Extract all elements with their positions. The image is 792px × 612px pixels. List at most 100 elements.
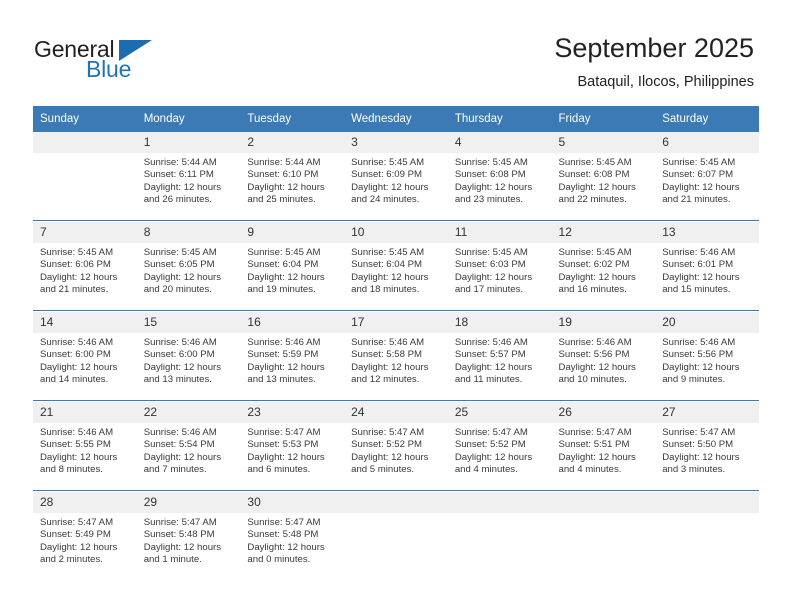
daylight-text-line1: Daylight: 12 hours (454, 181, 533, 193)
sunrise-text: Sunrise: 5:47 AM (247, 427, 321, 438)
day-cell[interactable]: 3 Sunrise: 5:45 AM Sunset: 6:09 PM Daylight… (344, 132, 448, 220)
daylight-text-line2: and 16 minutes. (558, 283, 627, 295)
sunrise-text: Sunrise: 5:45 AM (558, 157, 632, 168)
calendar-cell: 1 Sunrise: 5:44 AM Sunset: 6:11 PM Daylight… (136, 132, 241, 221)
day-cell[interactable]: 14 Sunrise: 5:46 AM Sunset: 6:00 PM Dayligh… (33, 312, 137, 400)
day-cell[interactable]: 1 Sunrise: 5:44 AM Sunset: 6:11 PM Daylight… (136, 132, 241, 220)
day-number: 30 (240, 492, 345, 513)
daylight-text-line2: and 17 minutes. (454, 283, 524, 295)
day-cell[interactable]: 25 Sunrise: 5:47 AM Sunset: 5:52 PM Dayligh… (447, 402, 552, 490)
day-number: 1 (136, 132, 241, 153)
day-number: 19 (551, 312, 656, 333)
day-cell[interactable]: 28 Sunrise: 5:47 AM Sunset: 5:49 PM Dayligh… (33, 492, 137, 580)
day-number: 10 (344, 222, 448, 243)
day-cell[interactable]: 10 Sunrise: 5:45 AM Sunset: 6:04 PM Dayligh… (344, 222, 448, 310)
daylight-text-line1: Daylight: 12 hours (247, 181, 325, 193)
sunset-text: Sunset: 6:05 PM (143, 259, 215, 271)
day-number: 22 (136, 402, 241, 423)
day-number: 27 (655, 402, 759, 423)
sunset-text: Sunset: 5:55 PM (40, 439, 111, 451)
daylight-text-line2: and 6 minutes. (247, 463, 311, 475)
sunrise-text: Sunrise: 5:46 AM (351, 337, 425, 348)
weekday-header-row: Sunday Monday Tuesday Wednesday Thursday… (33, 106, 759, 132)
daylight-text-line2: and 3 minutes. (662, 463, 726, 475)
daylight-text-line1: Daylight: 12 hours (40, 451, 118, 463)
sunrise-text: Sunrise: 5:46 AM (662, 247, 736, 258)
day-cell[interactable]: 26 Sunrise: 5:47 AM Sunset: 5:51 PM Dayligh… (551, 402, 656, 490)
day-cell[interactable]: 15 Sunrise: 5:46 AM Sunset: 6:00 PM Dayligh… (136, 312, 241, 400)
day-cell[interactable]: 27 Sunrise: 5:47 AM Sunset: 5:50 PM Dayligh… (655, 402, 759, 490)
sunrise-text: Sunrise: 5:47 AM (454, 427, 528, 438)
daylight-text-line2: and 21 minutes. (40, 283, 109, 295)
day-cell[interactable]: 18 Sunrise: 5:46 AM Sunset: 5:57 PM Dayligh… (447, 312, 552, 400)
day-number: 17 (344, 312, 448, 333)
calendar-cell: 5 Sunrise: 5:45 AM Sunset: 6:08 PM Daylight… (551, 132, 656, 221)
sunset-text: Sunset: 5:48 PM (143, 529, 215, 541)
day-cell[interactable]: 5 Sunrise: 5:45 AM Sunset: 6:08 PM Daylight… (551, 132, 656, 220)
day-cell-empty (551, 492, 656, 580)
sunrise-text: Sunrise: 5:44 AM (143, 157, 217, 168)
calendar-cell: 21 Sunrise: 5:46 AM Sunset: 5:55 PM Dayligh… (33, 402, 137, 491)
sunset-text: Sunset: 5:48 PM (247, 529, 319, 541)
sunset-text: Sunset: 6:10 PM (247, 169, 319, 181)
calendar-cell: 20 Sunrise: 5:46 AM Sunset: 5:56 PM Dayligh… (655, 312, 759, 401)
sunset-text: Sunset: 5:59 PM (247, 349, 319, 361)
day-cell[interactable]: 29 Sunrise: 5:47 AM Sunset: 5:48 PM Dayligh… (136, 492, 241, 580)
calendar-cell: 22 Sunrise: 5:46 AM Sunset: 5:54 PM Dayligh… (136, 402, 241, 491)
day-number: 8 (136, 222, 241, 243)
day-number: 15 (136, 312, 241, 333)
day-cell[interactable]: 23 Sunrise: 5:47 AM Sunset: 5:53 PM Dayligh… (240, 402, 345, 490)
day-info: Sunrise: 5:44 AM Sunset: 6:11 PM Daylight:… (137, 153, 241, 206)
general-blue-logo[interactable]: General Blue (34, 36, 214, 88)
day-cell[interactable]: 4 Sunrise: 5:45 AM Sunset: 6:08 PM Daylight… (447, 132, 552, 220)
calendar-cell: 3 Sunrise: 5:45 AM Sunset: 6:09 PM Daylight… (344, 132, 448, 221)
day-cell[interactable]: 19 Sunrise: 5:46 AM Sunset: 5:56 PM Dayligh… (551, 312, 656, 400)
daylight-text-line1: Daylight: 12 hours (351, 451, 429, 463)
daylight-text-line2: and 2 minutes. (40, 553, 103, 565)
day-info: Sunrise: 5:46 AM Sunset: 6:01 PM Daylight:… (655, 243, 759, 296)
daylight-text-line1: Daylight: 12 hours (247, 541, 325, 553)
day-cell[interactable]: 24 Sunrise: 5:47 AM Sunset: 5:52 PM Dayligh… (344, 402, 448, 490)
calendar-cell: 25 Sunrise: 5:47 AM Sunset: 5:52 PM Dayligh… (447, 402, 552, 491)
day-cell[interactable]: 16 Sunrise: 5:46 AM Sunset: 5:59 PM Dayligh… (240, 312, 345, 400)
daylight-text-line1: Daylight: 12 hours (454, 271, 533, 283)
day-info: Sunrise: 5:47 AM Sunset: 5:48 PM Daylight:… (240, 513, 344, 566)
day-cell[interactable]: 17 Sunrise: 5:46 AM Sunset: 5:58 PM Dayligh… (344, 312, 448, 400)
daylight-text-line2: and 12 minutes. (351, 373, 420, 385)
sunrise-text: Sunrise: 5:46 AM (143, 427, 217, 438)
day-number: 29 (136, 492, 241, 513)
daylight-text-line1: Daylight: 12 hours (558, 361, 636, 373)
day-cell[interactable]: 2 Sunrise: 5:44 AM Sunset: 6:10 PM Daylight… (240, 132, 345, 220)
weekday-header-saturday: Saturday (655, 106, 759, 132)
day-cell[interactable]: 20 Sunrise: 5:46 AM Sunset: 5:56 PM Dayligh… (655, 312, 759, 400)
day-cell[interactable]: 30 Sunrise: 5:47 AM Sunset: 5:48 PM Dayligh… (240, 492, 345, 580)
sunrise-text: Sunrise: 5:45 AM (143, 247, 217, 258)
sunrise-text: Sunrise: 5:46 AM (247, 337, 321, 348)
day-number: 4 (447, 132, 552, 153)
daylight-text-line2: and 9 minutes. (662, 373, 726, 385)
day-cell-empty (655, 492, 759, 580)
daylight-text-line2: and 23 minutes. (454, 193, 524, 205)
day-cell[interactable]: 7 Sunrise: 5:45 AM Sunset: 6:06 PM Daylight… (33, 222, 137, 310)
day-cell[interactable]: 22 Sunrise: 5:46 AM Sunset: 5:54 PM Dayligh… (136, 402, 241, 490)
sunrise-text: Sunrise: 5:45 AM (351, 157, 425, 168)
day-cell[interactable]: 21 Sunrise: 5:46 AM Sunset: 5:55 PM Dayligh… (33, 402, 137, 490)
week-row: 1 Sunrise: 5:44 AM Sunset: 6:11 PM Daylight… (33, 132, 759, 221)
day-cell[interactable]: 8 Sunrise: 5:45 AM Sunset: 6:05 PM Daylight… (136, 222, 241, 310)
sunrise-text: Sunrise: 5:47 AM (351, 427, 425, 438)
daylight-text-line2: and 24 minutes. (351, 193, 420, 205)
day-number: 24 (344, 402, 448, 423)
day-cell[interactable]: 13 Sunrise: 5:46 AM Sunset: 6:01 PM Dayligh… (655, 222, 759, 310)
weekday-header-thursday: Thursday (447, 106, 552, 132)
day-cell[interactable]: 11 Sunrise: 5:45 AM Sunset: 6:03 PM Dayligh… (447, 222, 552, 310)
day-number: 7 (33, 222, 137, 243)
day-cell[interactable]: 9 Sunrise: 5:45 AM Sunset: 6:04 PM Daylight… (240, 222, 345, 310)
day-cell[interactable]: 6 Sunrise: 5:45 AM Sunset: 6:07 PM Daylight… (655, 132, 759, 220)
daylight-text-line1: Daylight: 12 hours (143, 361, 222, 373)
day-cell[interactable]: 12 Sunrise: 5:45 AM Sunset: 6:02 PM Dayligh… (551, 222, 656, 310)
calendar-cell: 13 Sunrise: 5:46 AM Sunset: 6:01 PM Dayligh… (655, 222, 759, 311)
sunset-text: Sunset: 6:04 PM (351, 259, 423, 271)
day-info: Sunrise: 5:46 AM Sunset: 6:00 PM Daylight:… (137, 333, 241, 386)
day-info: Sunrise: 5:46 AM Sunset: 5:54 PM Daylight:… (137, 423, 241, 476)
sunrise-text: Sunrise: 5:45 AM (40, 247, 114, 258)
